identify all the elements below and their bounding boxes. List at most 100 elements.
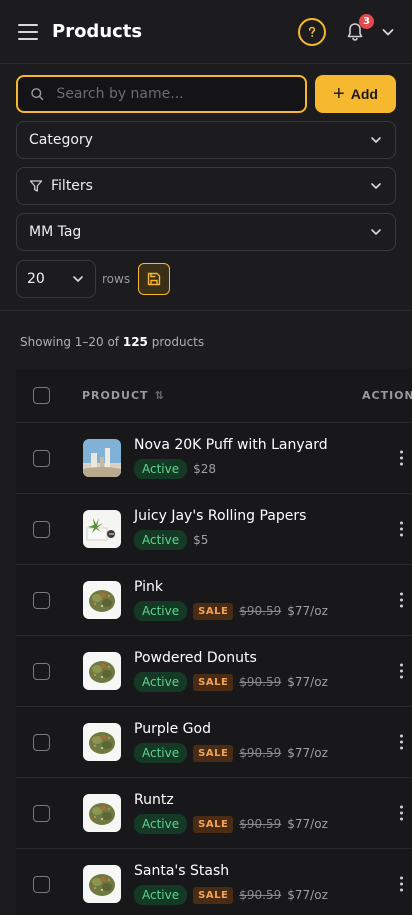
original-price: $90.59 — [239, 888, 282, 902]
section-divider — [0, 310, 412, 311]
page-title: Products — [52, 21, 143, 42]
sale-badge: SALE — [193, 673, 234, 691]
product-thumbnail — [83, 439, 121, 477]
menu-icon[interactable] — [18, 23, 38, 40]
filters-select[interactable]: Filters — [16, 167, 396, 205]
more-options-icon[interactable] — [396, 663, 406, 679]
status-badge: Active — [134, 601, 188, 621]
product-info: Santa's Stash Active SALE $90.59 $77/oz — [134, 863, 412, 905]
search-icon — [31, 88, 44, 101]
table-row[interactable]: Nova 20K Puff with Lanyard Active $28 — [16, 423, 412, 494]
table-row[interactable]: Santa's Stash Active SALE $90.59 $77/oz — [16, 849, 412, 915]
product-thumbnail — [83, 581, 121, 619]
showing-suffix: products — [147, 335, 205, 349]
notifications-button[interactable]: 3 — [344, 13, 374, 43]
product-info: Purple God Active SALE $90.59 $77/oz — [134, 721, 412, 763]
table-row[interactable]: Purple God Active SALE $90.59 $77/oz — [16, 707, 412, 778]
status-badge: Active — [134, 672, 188, 692]
rows-per-page-select[interactable]: 20 — [16, 260, 96, 298]
table-row[interactable]: Powdered Donuts Active SALE $90.59 $77/oz — [16, 636, 412, 707]
product-thumbnail — [83, 723, 121, 761]
add-button-label: Add — [350, 86, 378, 102]
chevron-down-icon — [371, 229, 381, 235]
search-box[interactable] — [16, 75, 307, 113]
product-thumbnail — [83, 510, 121, 548]
chevron-down-icon[interactable] — [380, 24, 396, 40]
row-checkbox[interactable] — [33, 591, 50, 609]
more-options-icon[interactable] — [396, 805, 406, 821]
category-select[interactable]: Category — [16, 121, 396, 159]
product-price: $77/oz — [287, 675, 328, 689]
status-badge: Active — [134, 743, 188, 763]
plus-icon: + — [333, 83, 345, 105]
add-product-button[interactable]: + Add — [315, 75, 396, 113]
original-price: $90.59 — [239, 604, 282, 618]
row-checkbox[interactable] — [33, 662, 50, 680]
rows-per-page-value: 20 — [27, 271, 45, 287]
product-meta: Active $28 — [134, 459, 412, 479]
product-info: Juicy Jay's Rolling Papers Active $5 — [134, 508, 412, 550]
row-checkbox[interactable] — [33, 875, 50, 893]
more-options-icon[interactable] — [396, 734, 406, 750]
row-checkbox[interactable] — [33, 804, 50, 822]
results-count: Showing 1–20 of 125 products — [20, 335, 204, 349]
select-all-checkbox[interactable] — [33, 387, 50, 404]
product-price: $77/oz — [287, 604, 328, 618]
table-row[interactable]: Juicy Jay's Rolling Papers Active $5 — [16, 494, 412, 565]
column-header-actions: ACTIONS — [362, 389, 412, 402]
sale-badge: SALE — [193, 886, 234, 904]
product-meta: Active SALE $90.59 $77/oz — [134, 672, 412, 692]
mm-tag-select-label: MM Tag — [29, 224, 82, 240]
save-icon — [147, 272, 161, 286]
table-row[interactable]: Pink Active SALE $90.59 $77/oz — [16, 565, 412, 636]
column-header-product[interactable]: PRODUCT ⇅ — [82, 389, 362, 402]
product-price: $28 — [193, 462, 217, 476]
product-name[interactable]: Pink — [134, 579, 412, 595]
filter-controls: + Add Category Filters MM Tag 20 rows — [0, 64, 412, 298]
row-checkbox[interactable] — [33, 449, 50, 467]
app-header: Products 3 — [0, 0, 412, 64]
question-mark-icon — [308, 26, 316, 37]
status-badge: Active — [134, 814, 188, 834]
product-meta: Active SALE $90.59 $77/oz — [134, 814, 412, 834]
products-table: PRODUCT ⇅ ACTIONS Nova 20K Puff with Lan… — [16, 369, 412, 915]
sort-icon: ⇅ — [154, 389, 165, 402]
original-price: $90.59 — [239, 746, 282, 760]
row-checkbox[interactable] — [33, 733, 50, 751]
product-name[interactable]: Nova 20K Puff with Lanyard — [134, 437, 412, 453]
product-name[interactable]: Santa's Stash — [134, 863, 412, 879]
chevron-down-icon — [371, 183, 381, 189]
product-name[interactable]: Runtz — [134, 792, 412, 808]
product-name[interactable]: Purple God — [134, 721, 412, 737]
chevron-down-icon — [73, 276, 83, 282]
product-info: Powdered Donuts Active SALE $90.59 $77/oz — [134, 650, 412, 692]
status-badge: Active — [134, 459, 188, 479]
product-info: Nova 20K Puff with Lanyard Active $28 — [134, 437, 412, 479]
help-button[interactable] — [298, 17, 326, 46]
sale-badge: SALE — [193, 815, 234, 833]
search-input[interactable] — [56, 86, 293, 102]
more-options-icon[interactable] — [396, 876, 406, 892]
row-checkbox[interactable] — [33, 520, 50, 538]
total-count: 125 — [122, 335, 148, 349]
mm-tag-select[interactable]: MM Tag — [16, 213, 396, 251]
product-thumbnail — [83, 794, 121, 832]
product-info: Runtz Active SALE $90.59 $77/oz — [134, 792, 412, 834]
original-price: $90.59 — [239, 817, 282, 831]
product-meta: Active SALE $90.59 $77/oz — [134, 885, 412, 905]
more-options-icon[interactable] — [396, 450, 406, 466]
product-name[interactable]: Powdered Donuts — [134, 650, 412, 666]
rows-label: rows — [102, 272, 131, 286]
more-options-icon[interactable] — [396, 592, 406, 608]
filters-select-label: Filters — [51, 178, 93, 194]
filter-icon — [29, 179, 43, 193]
status-badge: Active — [134, 885, 188, 905]
status-badge: Active — [134, 530, 188, 550]
product-meta: Active SALE $90.59 $77/oz — [134, 601, 412, 621]
save-view-button[interactable] — [138, 263, 171, 295]
category-select-label: Category — [29, 132, 93, 148]
product-name[interactable]: Juicy Jay's Rolling Papers — [134, 508, 412, 524]
more-options-icon[interactable] — [396, 521, 406, 537]
table-row[interactable]: Runtz Active SALE $90.59 $77/oz — [16, 778, 412, 849]
sale-badge: SALE — [193, 602, 234, 620]
